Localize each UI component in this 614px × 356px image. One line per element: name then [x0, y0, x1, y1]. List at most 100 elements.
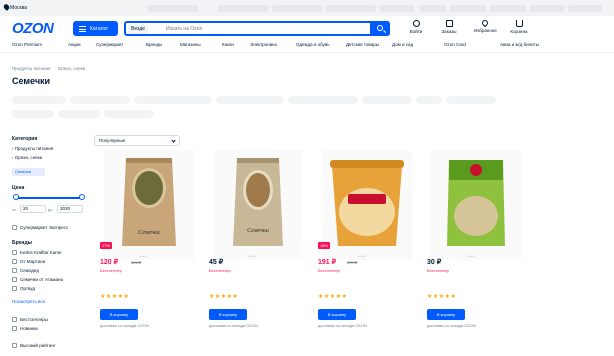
bestsellers-checkbox[interactable]: [12, 317, 17, 322]
nav-item[interactable]: Дом и сад: [392, 42, 413, 47]
product-image[interactable]: [431, 150, 521, 260]
price-slider-track[interactable]: [15, 197, 82, 199]
product-image[interactable]: Семечки: [104, 150, 194, 260]
filter-chip[interactable]: [70, 96, 130, 104]
bestsellers-label: Бестселлеры: [20, 317, 48, 322]
cart-label: Корзина: [510, 29, 528, 34]
filter-chip[interactable]: [58, 110, 100, 118]
nav-item[interactable]: Супермаркет: [96, 42, 123, 47]
top-link[interactable]: [148, 5, 198, 12]
price-to-label: до: [48, 207, 53, 212]
high-rating-checkbox[interactable]: [12, 343, 17, 348]
delivery-info: доставка со склада OZON: [427, 323, 476, 328]
top-link[interactable]: [326, 5, 376, 12]
filter-chip[interactable]: [12, 110, 54, 118]
add-to-cart-button[interactable]: В корзину: [427, 309, 465, 320]
top-link[interactable]: [380, 5, 414, 12]
add-to-cart-button[interactable]: В корзину: [318, 309, 356, 320]
seed-pack-image: [447, 160, 505, 246]
nav-item[interactable]: Бренды: [146, 42, 162, 47]
nav-item[interactable]: Ozon Premium: [12, 42, 42, 47]
product-card[interactable]: ••• 30 ₽ Бестселлер ★★★★★ В корзину дост…: [427, 150, 527, 355]
search-input[interactable]: [166, 23, 356, 34]
filter-chip[interactable]: [104, 110, 154, 118]
nav-item[interactable]: Акции: [68, 42, 81, 47]
add-to-cart-button[interactable]: В корзину: [100, 309, 138, 320]
favorites-button[interactable]: Избранное: [474, 18, 497, 33]
delivery-info: доставка со склада OZON: [100, 323, 149, 328]
search-button[interactable]: [370, 21, 390, 36]
sort-value: Популярные: [99, 138, 126, 143]
sort-select[interactable]: Популярные: [94, 135, 180, 146]
brand-checkbox[interactable]: [12, 250, 17, 255]
top-link[interactable]: [420, 5, 446, 12]
rating-stars: ★★★★★: [318, 294, 348, 300]
price: 120 ₽: [100, 259, 119, 266]
new-items-checkbox[interactable]: [12, 326, 17, 331]
price-slider-max-handle[interactable]: [79, 194, 85, 200]
city-selector[interactable]: Москва: [10, 5, 27, 11]
cart-button[interactable]: Корзина: [508, 20, 530, 34]
category-current[interactable]: Семечки: [12, 168, 45, 176]
breadcrumb-item[interactable]: Орехи, снеки: [58, 66, 85, 71]
price-from-input[interactable]: 20: [20, 205, 46, 213]
nav-item[interactable]: Книги: [222, 42, 234, 47]
top-link[interactable]: [568, 5, 602, 12]
express-checkbox[interactable]: [12, 225, 17, 230]
nav-item[interactable]: Авиа и ж/д билеты: [500, 42, 539, 47]
filter-chip[interactable]: [446, 96, 496, 104]
product-image[interactable]: Семечки: [213, 150, 303, 260]
user-icon: [412, 20, 420, 27]
show-all-brands-link[interactable]: Посмотреть все: [12, 299, 45, 304]
nav-item[interactable]: Одежда и обувь: [296, 42, 330, 47]
rating-stars: ★★★★★: [427, 294, 457, 300]
product-card[interactable]: Семечки 17% ••• 120 ₽ 145 ₽ Бестселлер ★…: [100, 150, 200, 355]
ozon-logo[interactable]: OZON: [12, 20, 54, 37]
product-card[interactable]: 18% ••• 191 ₽ 233 ₽ Бестселлер ★★★★★ В к…: [318, 150, 418, 355]
filter-chip[interactable]: [416, 96, 442, 104]
bestseller-badge: Бестселлер: [100, 268, 122, 273]
filter-chip[interactable]: [216, 96, 284, 104]
product-card[interactable]: Семечки ••• 45 ₽ Бестселлер ★★★★★ В корз…: [209, 150, 309, 355]
price-to-input[interactable]: 3030: [57, 205, 83, 213]
price: 191 ₽: [318, 259, 337, 266]
category-link[interactable]: ‹ Продукты питания: [12, 146, 53, 151]
image-pager[interactable]: •••: [249, 254, 257, 260]
add-to-cart-button[interactable]: В корзину: [209, 309, 247, 320]
image-pager[interactable]: •••: [467, 254, 475, 260]
catalog-button[interactable]: Каталог: [73, 21, 118, 36]
filter-chip[interactable]: [362, 96, 412, 104]
filter-chip[interactable]: [288, 96, 358, 104]
filter-chip[interactable]: [12, 96, 66, 104]
top-link[interactable]: [530, 5, 564, 12]
brand-checkbox[interactable]: [12, 259, 17, 264]
login-button[interactable]: Войти: [405, 20, 427, 34]
search-scope-select[interactable]: Везде: [128, 25, 148, 34]
brand-checkbox[interactable]: [12, 268, 17, 273]
image-pager[interactable]: •••: [358, 254, 366, 260]
brand-checkbox[interactable]: [12, 277, 17, 282]
product-image[interactable]: [322, 150, 412, 260]
brand-label: От Мартина: [20, 259, 46, 264]
brand-checkbox[interactable]: [12, 286, 17, 291]
orders-label: Заказы: [441, 29, 457, 34]
search-bar: Везде: [124, 21, 390, 36]
nav-item[interactable]: Ozon Card: [444, 42, 466, 47]
top-link[interactable]: [490, 5, 526, 12]
bestseller-badge: Бестселлер: [427, 268, 449, 273]
top-link[interactable]: [272, 5, 322, 12]
nav-item[interactable]: Магазины: [180, 42, 201, 47]
brand-label: Семодед: [20, 268, 39, 273]
price-slider-min-handle[interactable]: [13, 194, 19, 200]
orders-button[interactable]: Заказы: [438, 20, 460, 34]
nav-item[interactable]: Электроника: [250, 42, 277, 47]
top-link[interactable]: [218, 5, 268, 12]
filter-chip[interactable]: [134, 96, 212, 104]
nav-item[interactable]: Детские товары: [346, 42, 379, 47]
top-link[interactable]: [450, 5, 486, 12]
category-link[interactable]: ‹ Орехи, снеки: [12, 155, 42, 160]
brand-label: Kerbis Kraftlar Kame: [20, 250, 62, 255]
breadcrumb-item[interactable]: Продукты питания: [12, 66, 50, 71]
price: 45 ₽: [209, 259, 224, 266]
cart-icon: [515, 20, 523, 27]
